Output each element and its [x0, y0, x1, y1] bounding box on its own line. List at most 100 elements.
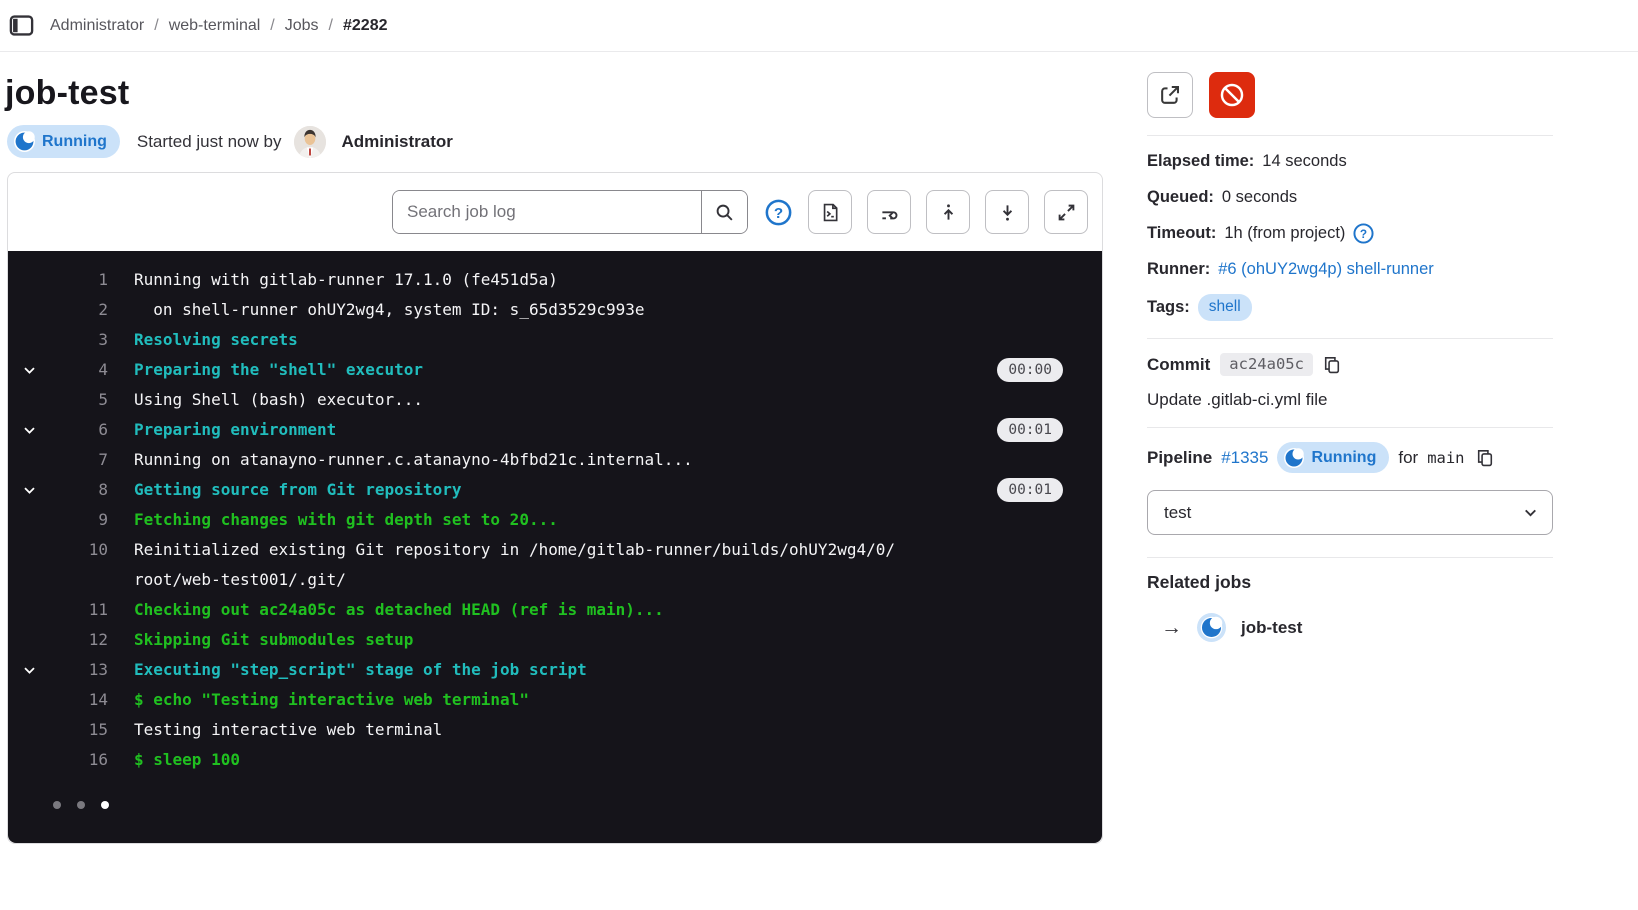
new-window-button[interactable]	[1147, 72, 1193, 118]
line-number-link[interactable]: 6	[48, 415, 108, 445]
cancel-job-button[interactable]	[1209, 72, 1255, 118]
line-number-link[interactable]: 13	[48, 655, 108, 685]
job-log-panel: ?	[7, 172, 1103, 844]
log-line: 5Using Shell (bash) executor...	[8, 385, 1102, 415]
stage-dropdown-wrap: test	[1147, 490, 1553, 535]
line-number-link[interactable]: 9	[48, 505, 108, 535]
line-number-link[interactable]: 4	[48, 355, 108, 385]
duration-badge: 00:01	[997, 478, 1063, 502]
avatar[interactable]	[294, 126, 326, 158]
stage-dropdown[interactable]: test	[1147, 490, 1553, 535]
line-number-link[interactable]: 2	[48, 295, 108, 325]
commit-message[interactable]: Update .gitlab-ci.yml file	[1147, 390, 1553, 410]
scroll-top-icon[interactable]	[926, 190, 970, 234]
search-icon[interactable]	[701, 191, 747, 233]
line-number-link[interactable]: 15	[48, 715, 108, 745]
breadcrumb-link[interactable]: Administrator	[50, 17, 144, 35]
log-text-line: $ sleep 100	[134, 745, 240, 775]
log-text: Preparing environment	[134, 415, 336, 445]
related-job-link[interactable]: job-test	[1241, 618, 1302, 638]
line-number-link[interactable]: 14	[48, 685, 108, 715]
log-text-line: Getting source from Git repository	[134, 475, 462, 505]
author-name[interactable]: Administrator	[341, 132, 452, 152]
log-text: on shell-runner ohUY2wg4, system ID: s_6…	[134, 295, 645, 325]
sidebar-toggle-icon[interactable]	[8, 13, 34, 39]
detail-timeout: Timeout:1h (from project)?	[1147, 222, 1553, 245]
line-number-link[interactable]: 10	[48, 535, 108, 595]
breadcrumb-link[interactable]: Jobs	[285, 17, 319, 35]
divider	[1147, 427, 1553, 428]
chevron-down-icon[interactable]	[22, 475, 48, 505]
log-text-line: root/web-test001/.git/	[134, 565, 895, 595]
arrow-right-icon: →	[1161, 616, 1182, 640]
breadcrumb-separator: /	[154, 17, 158, 35]
pipeline-row: Pipeline #1335 Running for main	[1147, 442, 1553, 473]
chevron-down-icon[interactable]	[22, 355, 48, 385]
log-line: 9 Fetching changes with git depth set to …	[8, 505, 1102, 535]
line-number-link[interactable]: 1	[48, 265, 108, 295]
divider	[1147, 557, 1553, 558]
detail-value: 14 seconds	[1262, 150, 1346, 173]
detail-label: Tags:	[1147, 296, 1190, 319]
copy-commit-icon[interactable]	[1323, 356, 1341, 374]
log-line: 14 $ echo "Testing interactive web termin…	[8, 685, 1102, 715]
log-text: Preparing the "shell" executor	[134, 355, 423, 385]
log-text-line: Skipping Git submodules setup	[134, 625, 413, 655]
raw-log-icon[interactable]	[808, 190, 852, 234]
chevron-spacer	[22, 535, 48, 595]
log-text: Skipping Git submodules setup	[134, 625, 413, 655]
log-text: Checking out ac24a05c as detached HEAD (…	[134, 595, 664, 625]
detail-queued: Queued:0 seconds	[1147, 186, 1553, 209]
log-text: Running on atanayno-runner.c.atanayno-4b…	[134, 445, 693, 475]
log-text: $ echo "Testing interactive web terminal…	[134, 685, 529, 715]
log-toolbar: ?	[8, 173, 1102, 251]
breadcrumb-link[interactable]: web-terminal	[169, 17, 261, 35]
commit-sha[interactable]: ac24a05c	[1220, 353, 1313, 376]
divider	[1147, 135, 1553, 136]
log-text-line: Running on atanayno-runner.c.atanayno-4b…	[134, 445, 693, 475]
chevron-spacer	[22, 715, 48, 745]
log-text-line: Preparing the "shell" executor	[134, 355, 423, 385]
search-input[interactable]	[393, 191, 701, 233]
fullscreen-icon[interactable]	[1044, 190, 1088, 234]
log-text-line: Fetching changes with git depth set to 2…	[134, 505, 558, 535]
detail-runner: Runner:#6 (ohUY2wg4p) shell-runner	[1147, 258, 1553, 281]
log-text-line: on shell-runner ohUY2wg4, system ID: s_6…	[134, 295, 645, 325]
detail-value: 1h (from project)	[1224, 222, 1345, 245]
runner-link[interactable]: #6 (ohUY2wg4p) shell-runner	[1218, 258, 1434, 281]
log-text-line: Checking out ac24a05c as detached HEAD (…	[134, 595, 664, 625]
started-text: Started just now by	[137, 132, 282, 152]
related-job-row: → job-test	[1147, 613, 1553, 642]
loading-dot	[101, 801, 109, 809]
wrap-lines-icon[interactable]	[867, 190, 911, 234]
scroll-bottom-icon[interactable]	[985, 190, 1029, 234]
line-number-link[interactable]: 7	[48, 445, 108, 475]
job-log: 1 Running with gitlab-runner 17.1.0 (fe45…	[8, 251, 1102, 843]
related-jobs-list: → job-test	[1147, 613, 1553, 642]
copy-ref-icon[interactable]	[1476, 449, 1494, 467]
commit-label: Commit	[1147, 355, 1210, 375]
detail-tags: Tags:shell	[1147, 294, 1553, 321]
chevron-spacer	[22, 505, 48, 535]
line-number-link[interactable]: 11	[48, 595, 108, 625]
log-line: 13 Executing "step_script" stage of the j…	[8, 655, 1102, 685]
help-icon[interactable]: ?	[763, 197, 793, 227]
log-text: Fetching changes with git depth set to 2…	[134, 505, 558, 535]
line-number-link[interactable]: 3	[48, 325, 108, 355]
log-text: Executing "step_script" stage of the job…	[134, 655, 587, 685]
line-number-link[interactable]: 16	[48, 745, 108, 775]
chevron-down-icon[interactable]	[22, 415, 48, 445]
pipeline-link[interactable]: #1335	[1221, 448, 1268, 468]
log-text: Reinitialized existing Git repository in…	[134, 535, 895, 595]
detail-value: 0 seconds	[1222, 186, 1297, 209]
chevron-down-icon[interactable]	[22, 655, 48, 685]
line-number-link[interactable]: 5	[48, 385, 108, 415]
log-line: 10 Reinitialized existing Git repository …	[8, 535, 1102, 595]
job-sidebar: Elapsed time:14 seconds Queued:0 seconds T…	[1147, 52, 1553, 844]
help-icon[interactable]: ?	[1353, 223, 1374, 244]
log-text-line: Running with gitlab-runner 17.1.0 (fe451…	[134, 265, 558, 295]
detail-elapsed-time: Elapsed time:14 seconds	[1147, 150, 1553, 173]
line-number-link[interactable]: 8	[48, 475, 108, 505]
pipeline-ref[interactable]: main	[1427, 449, 1464, 467]
line-number-link[interactable]: 12	[48, 625, 108, 655]
